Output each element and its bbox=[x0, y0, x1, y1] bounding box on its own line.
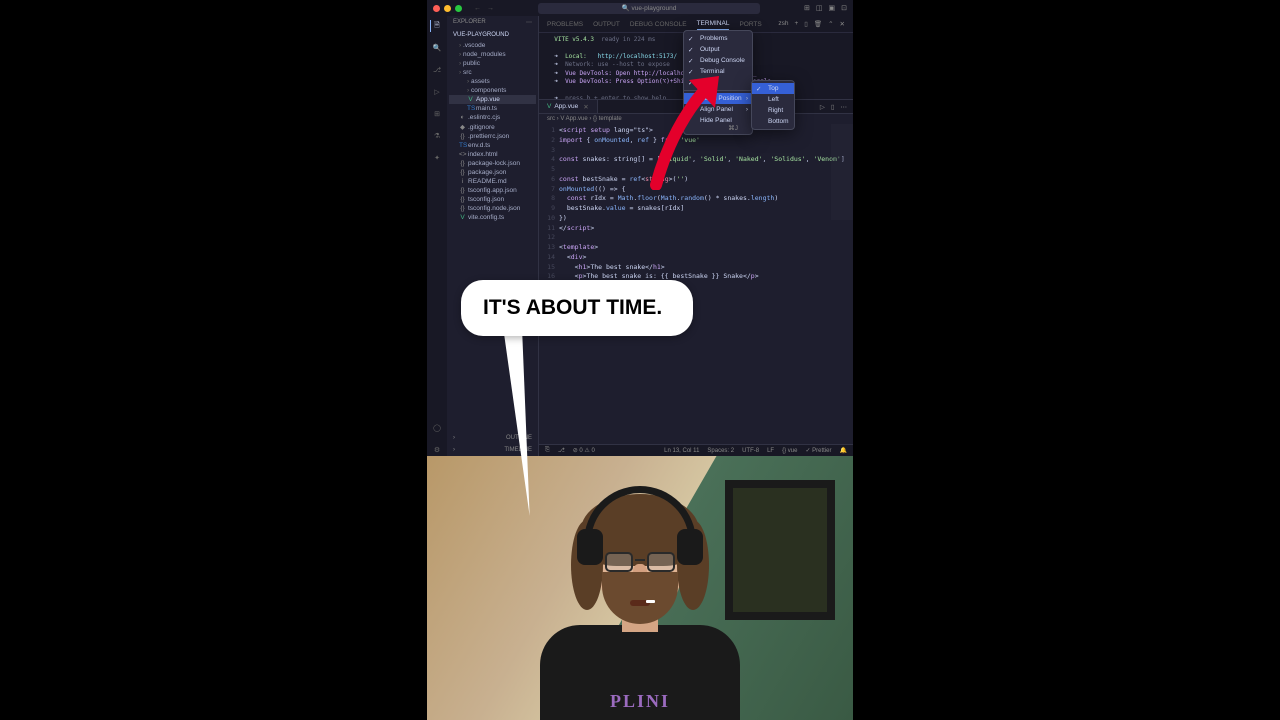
split-terminal-icon[interactable]: ▯ bbox=[804, 20, 808, 28]
tree-item-vite-config-ts[interactable]: Vvite.config.ts bbox=[449, 213, 536, 222]
submenu-bottom[interactable]: Bottom bbox=[752, 116, 794, 127]
panel-tab-output[interactable]: OUTPUT bbox=[593, 19, 620, 30]
minimap[interactable] bbox=[831, 124, 853, 444]
maximize-icon[interactable] bbox=[455, 5, 462, 12]
status-lang[interactable]: {} vue bbox=[782, 448, 797, 454]
tab-app-vue[interactable]: V App.vue ✕ bbox=[539, 100, 598, 113]
person bbox=[530, 492, 750, 720]
tree-item-package-json[interactable]: {}package.json bbox=[449, 168, 536, 177]
tree-item-src[interactable]: src bbox=[449, 68, 536, 77]
tree-item-app-vue[interactable]: VApp.vue bbox=[449, 95, 536, 104]
more-actions-icon[interactable]: ⋯ bbox=[841, 103, 848, 111]
activity-bar: 🗎 🔍 ⎇ ▷ ⊞ ⚗ ✦ ◯ ⚙ bbox=[427, 16, 447, 456]
status-spaces[interactable]: Spaces: 2 bbox=[707, 448, 734, 454]
panel-tab-terminal[interactable]: TERMINAL bbox=[697, 18, 730, 30]
tree-item-env-d-ts[interactable]: TSenv.d.ts bbox=[449, 141, 536, 150]
tree-item-assets[interactable]: assets bbox=[449, 77, 536, 86]
minimize-icon[interactable] bbox=[444, 5, 451, 12]
search-icon[interactable]: 🔍 bbox=[431, 42, 443, 54]
tree-item-tsconfig-node-json[interactable]: {}tsconfig.node.json bbox=[449, 204, 536, 213]
status-bar: ⎘ ⎇ ⊘ 0 ⚠ 0 Ln 13, Col 11 Spaces: 2 UTF-… bbox=[539, 444, 853, 456]
explorer-icon[interactable]: 🗎 bbox=[430, 20, 442, 32]
tree-item-index-html[interactable]: <>index.html bbox=[449, 150, 536, 159]
close-tab-icon[interactable]: ✕ bbox=[583, 103, 588, 111]
tree-item-package-lock-json[interactable]: {}package-lock.json bbox=[449, 159, 536, 168]
tree-item-tsconfig-json[interactable]: {}tsconfig.json bbox=[449, 195, 536, 204]
webcam-feed bbox=[427, 456, 853, 720]
tree-item-main-ts[interactable]: TSmain.ts bbox=[449, 104, 536, 113]
project-root[interactable]: VUE-PLAYGROUND bbox=[453, 32, 509, 38]
file-tree: .vscodenode_modulespublicsrcassetscompon… bbox=[447, 41, 538, 222]
new-terminal-icon[interactable]: + bbox=[794, 20, 798, 28]
status-branch[interactable]: ⎇ bbox=[558, 447, 565, 454]
layout-panel-icon[interactable]: ⊞ bbox=[804, 4, 810, 12]
customize-layout-icon[interactable]: ⊡ bbox=[841, 4, 847, 12]
run-icon[interactable]: ▷ bbox=[820, 103, 825, 111]
submenu-right[interactable]: Right bbox=[752, 105, 794, 116]
close-panel-icon[interactable]: ✕ bbox=[840, 20, 845, 28]
vscode-window: ← → 🔍 vue-playground ⊞ ◫ ▣ ⊡ 🗎 🔍 ⎇ ▷ ⊞ ⚗… bbox=[427, 0, 853, 456]
tree-item--eslintrc-cjs[interactable]: ◐.eslintrc.cjs bbox=[449, 113, 536, 122]
close-icon[interactable] bbox=[433, 5, 440, 12]
menu-problems[interactable]: Problems bbox=[684, 33, 752, 44]
status-position[interactable]: Ln 13, Col 11 bbox=[664, 448, 699, 454]
nav-back-icon[interactable]: ← bbox=[474, 5, 481, 12]
status-eol[interactable]: LF bbox=[767, 448, 774, 454]
vue-file-icon: V bbox=[547, 103, 551, 110]
headphones bbox=[584, 486, 696, 546]
status-bell-icon[interactable]: 🔔 bbox=[840, 447, 847, 454]
annotation-arrow bbox=[641, 70, 731, 190]
status-remote-icon[interactable]: ⎘ bbox=[545, 447, 550, 454]
shirt bbox=[540, 625, 740, 720]
layout-right-icon[interactable]: ▣ bbox=[829, 4, 836, 12]
nav-fwd-icon[interactable]: → bbox=[487, 5, 494, 12]
tree-item-public[interactable]: public bbox=[449, 59, 536, 68]
submenu-left[interactable]: Left bbox=[752, 94, 794, 105]
status-errors[interactable]: ⊘ 0 ⚠ 0 bbox=[573, 447, 595, 454]
tree-item-node-modules[interactable]: node_modules bbox=[449, 50, 536, 59]
tree-item--gitignore[interactable]: ◆.gitignore bbox=[449, 122, 536, 132]
menu-output[interactable]: Output bbox=[684, 44, 752, 55]
copilot-icon[interactable]: ✦ bbox=[431, 152, 443, 164]
terminal-shell-label[interactable]: zsh bbox=[778, 20, 788, 28]
panel-position-submenu[interactable]: TopLeftRightBottom bbox=[751, 80, 795, 130]
split-editor-icon[interactable]: ▯ bbox=[831, 103, 835, 111]
submenu-top[interactable]: Top bbox=[752, 83, 794, 94]
settings-gear-icon[interactable]: ⚙ bbox=[431, 444, 443, 456]
command-center[interactable]: 🔍 vue-playground bbox=[538, 3, 760, 14]
status-encoding[interactable]: UTF-8 bbox=[742, 448, 759, 454]
testing-icon[interactable]: ⚗ bbox=[431, 130, 443, 142]
account-icon[interactable]: ◯ bbox=[431, 422, 443, 434]
menu-debug-console[interactable]: Debug Console bbox=[684, 55, 752, 66]
extensions-icon[interactable]: ⊞ bbox=[431, 108, 443, 120]
status-prettier[interactable]: ✓ Prettier bbox=[805, 447, 831, 454]
tree-item--vscode[interactable]: .vscode bbox=[449, 41, 536, 50]
tree-item--prettierrc-json[interactable]: {}.prettierrc.json bbox=[449, 132, 536, 141]
tree-item-components[interactable]: components bbox=[449, 86, 536, 95]
layout-sidebar-icon[interactable]: ◫ bbox=[816, 4, 823, 12]
explorer-more-icon[interactable]: ⋯ bbox=[526, 19, 532, 26]
title-bar: ← → 🔍 vue-playground ⊞ ◫ ▣ ⊡ bbox=[427, 0, 853, 16]
traffic-lights[interactable] bbox=[433, 5, 462, 12]
explorer-title: EXPLORER bbox=[453, 19, 486, 26]
panel-tab-ports[interactable]: PORTS bbox=[739, 19, 761, 30]
panel-tab-debug[interactable]: DEBUG CONSOLE bbox=[630, 19, 687, 30]
kill-terminal-icon[interactable]: 🗑 bbox=[814, 20, 822, 28]
tree-item-readme-md[interactable]: iREADME.md bbox=[449, 177, 536, 186]
tree-item-tsconfig-app-json[interactable]: {}tsconfig.app.json bbox=[449, 186, 536, 195]
panel-tab-problems[interactable]: PROBLEMS bbox=[547, 19, 583, 30]
speech-bubble: IT'S ABOUT TIME. bbox=[461, 280, 693, 336]
source-control-icon[interactable]: ⎇ bbox=[431, 64, 443, 76]
run-debug-icon[interactable]: ▷ bbox=[431, 86, 443, 98]
maximize-panel-icon[interactable]: ⌃ bbox=[828, 20, 833, 28]
